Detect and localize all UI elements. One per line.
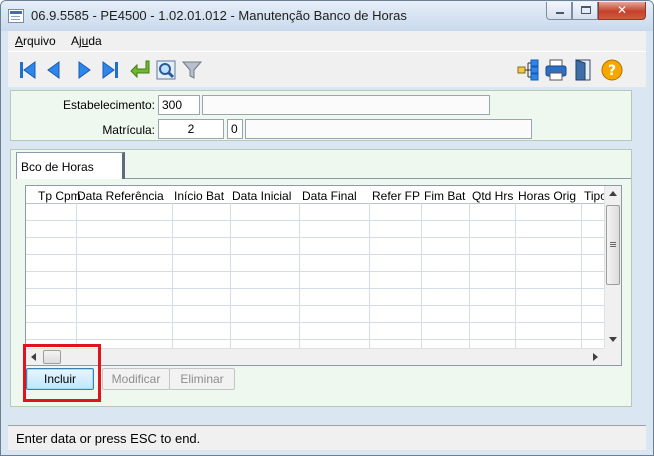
- first-record-button[interactable]: [16, 58, 40, 82]
- column-header[interactable]: Horas Orig: [518, 189, 576, 203]
- scroll-up-icon[interactable]: [609, 191, 617, 196]
- column-header[interactable]: Fim Bat: [424, 189, 465, 203]
- search-icon: [156, 60, 176, 80]
- tab-divider: [125, 178, 631, 179]
- matricula-digit-input[interactable]: 0: [227, 119, 243, 139]
- previous-record-button[interactable]: [42, 58, 66, 82]
- bank-hours-grid[interactable]: Tp Cpm Data Referência Início Bat Data I…: [25, 185, 622, 366]
- eliminar-button[interactable]: Eliminar: [169, 368, 235, 390]
- estabelecimento-input[interactable]: 300: [158, 95, 200, 115]
- column-divider: [581, 203, 582, 348]
- previous-record-icon: [47, 61, 60, 79]
- title-bar[interactable]: 06.9.5585 - PE4500 - 1.02.01.012 - Manut…: [1, 1, 653, 31]
- print-button[interactable]: [544, 58, 568, 82]
- scroll-right-icon[interactable]: [593, 353, 598, 361]
- matricula-name: [245, 119, 532, 139]
- scroll-down-icon[interactable]: [609, 337, 617, 342]
- column-divider: [299, 203, 300, 348]
- svg-text:?: ?: [608, 63, 616, 79]
- first-record-icon: [20, 61, 36, 79]
- last-record-button[interactable]: [98, 58, 122, 82]
- exit-button[interactable]: [572, 58, 596, 82]
- table-row: [26, 288, 604, 289]
- column-divider: [515, 203, 516, 348]
- column-header[interactable]: Início Bat: [174, 189, 224, 203]
- table-row: [26, 254, 604, 255]
- table-row: [26, 322, 604, 323]
- column-header[interactable]: Data Inicial: [232, 189, 291, 203]
- table-row: [26, 237, 604, 238]
- column-header[interactable]: Tipo: [584, 189, 604, 203]
- minimize-button[interactable]: [546, 2, 572, 20]
- app-icon: [8, 9, 24, 23]
- header-separator: [26, 203, 604, 204]
- minimize-icon: [556, 12, 564, 14]
- column-header[interactable]: Data Referência: [77, 189, 164, 203]
- filter-button[interactable]: [180, 58, 204, 82]
- table-row: [26, 220, 604, 221]
- header-form: Estabelecimento: 300 Matrícula: 2 0: [10, 90, 632, 141]
- tab-panel: Bco de Horas Tp Cpm Data Referência Iníc…: [10, 149, 632, 407]
- help-icon: ?: [601, 59, 623, 81]
- table-row: [26, 305, 604, 306]
- toolbar: ?: [8, 51, 646, 87]
- search-button[interactable]: [154, 58, 178, 82]
- print-icon: [545, 59, 567, 81]
- column-header[interactable]: Data Final: [302, 189, 357, 203]
- column-divider: [172, 203, 173, 348]
- close-button[interactable]: ✕: [598, 2, 646, 20]
- goto-button[interactable]: [128, 58, 152, 82]
- column-divider: [421, 203, 422, 348]
- close-icon: ✕: [616, 3, 628, 17]
- highlight-box: [23, 344, 101, 402]
- menu-bar: Arquivo Ajuda: [8, 31, 646, 51]
- modificar-button[interactable]: Modificar: [102, 368, 170, 390]
- scrollbar-corner: [604, 348, 621, 365]
- column-divider: [469, 203, 470, 348]
- menu-ajuda[interactable]: Ajuda: [71, 34, 102, 48]
- maximize-button[interactable]: [572, 2, 598, 20]
- table-row: [26, 271, 604, 272]
- column-divider: [230, 203, 231, 348]
- next-record-icon: [78, 61, 91, 79]
- related-programs-icon: [517, 59, 539, 81]
- status-bar: Enter data or press ESC to end.: [8, 425, 646, 450]
- matricula-label: Matrícula:: [102, 123, 155, 137]
- column-header[interactable]: Qtd Hrs: [472, 189, 513, 203]
- goto-icon: [130, 60, 150, 79]
- grid-body[interactable]: Tp Cpm Data Referência Início Bat Data I…: [26, 186, 604, 348]
- estabelecimento-description: [202, 95, 490, 115]
- window-title: 06.9.5585 - PE4500 - 1.02.01.012 - Manut…: [31, 8, 407, 23]
- status-text: Enter data or press ESC to end.: [16, 431, 201, 446]
- column-divider: [76, 203, 77, 348]
- related-programs-button[interactable]: [516, 58, 540, 82]
- horizontal-scrollbar[interactable]: [26, 348, 604, 365]
- column-header[interactable]: Refer FP: [372, 189, 420, 203]
- tab-bco-de-horas[interactable]: Bco de Horas: [16, 152, 125, 179]
- vertical-scrollbar[interactable]: [604, 186, 621, 348]
- menu-arquivo[interactable]: Arquivo: [15, 34, 56, 48]
- matricula-input[interactable]: 2: [158, 119, 224, 139]
- column-header[interactable]: Tp Cpm: [38, 189, 81, 203]
- help-button[interactable]: ?: [600, 58, 624, 82]
- next-record-button[interactable]: [72, 58, 96, 82]
- application-window: 06.9.5585 - PE4500 - 1.02.01.012 - Manut…: [0, 0, 654, 456]
- last-record-icon: [102, 61, 118, 79]
- column-divider: [369, 203, 370, 348]
- filter-icon: [181, 61, 203, 79]
- vertical-scroll-thumb[interactable]: [606, 205, 620, 285]
- maximize-icon: [581, 6, 591, 14]
- table-row: [26, 339, 604, 340]
- estabelecimento-label: Estabelecimento:: [62, 98, 155, 112]
- exit-icon: [575, 59, 591, 81]
